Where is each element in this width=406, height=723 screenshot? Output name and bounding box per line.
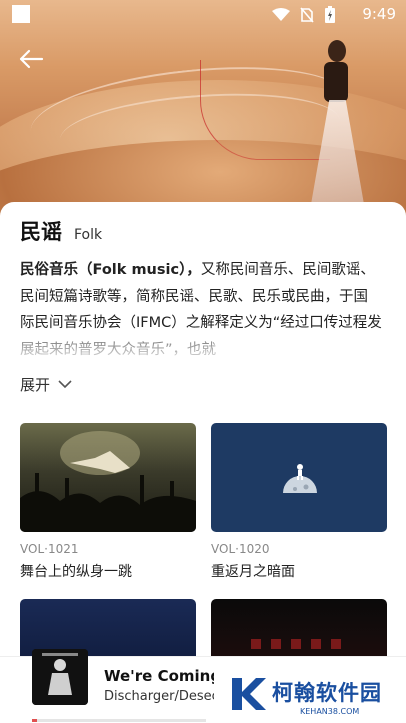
- playback-progress-fill: [32, 719, 38, 722]
- description-fade: [0, 330, 406, 366]
- album-card[interactable]: VOL·1021 舞台上的纵身一跳: [20, 423, 196, 581]
- now-playing-cover: [32, 649, 88, 705]
- chevron-down-icon: [58, 380, 72, 389]
- hero-banner: [0, 0, 406, 225]
- genre-title: 民谣 Folk: [20, 216, 102, 246]
- album-card[interactable]: VOL·1020 重返月之暗面: [211, 423, 387, 581]
- album-vol: VOL·1021: [20, 542, 79, 556]
- now-playing-artist: Discharger/Desecration: [104, 689, 214, 704]
- watermark-text: 柯翰软件园: [272, 681, 382, 705]
- playback-progress[interactable]: [32, 719, 206, 722]
- watermark-logo-icon: [232, 678, 266, 710]
- battery-charging-icon: [324, 6, 336, 28]
- album-title: 舞台上的纵身一跳: [20, 564, 132, 580]
- status-time: 9:49: [362, 5, 396, 23]
- back-button[interactable]: [18, 48, 46, 72]
- description-lead: 民俗音乐（Folk music），: [20, 262, 201, 278]
- album-vol: VOL·1020: [211, 542, 270, 556]
- watermark: 柯翰软件园 KEHAN38.COM: [222, 672, 402, 720]
- genre-title-en: Folk: [74, 227, 103, 243]
- genre-title-cn: 民谣: [20, 220, 62, 244]
- genre-sheet: 民谣 Folk 民俗音乐（Folk music），又称民间音乐、民间歌谣、民间短…: [0, 202, 406, 723]
- album-cover-concert: [20, 423, 196, 532]
- album-cover-moon: [211, 423, 387, 532]
- hero-figure: [310, 40, 365, 210]
- expand-button[interactable]: 展开: [20, 374, 72, 395]
- expand-label: 展开: [20, 376, 51, 394]
- no-sim-icon: [300, 7, 314, 27]
- watermark-sub: KEHAN38.COM: [300, 707, 360, 716]
- album-title: 重返月之暗面: [211, 564, 295, 580]
- arrow-left-icon: [19, 49, 44, 69]
- notification-icon: [12, 5, 30, 23]
- status-bar: 9:49: [0, 0, 406, 28]
- wifi-icon: [272, 8, 290, 26]
- now-playing-title: We're Coming To You: [104, 667, 214, 685]
